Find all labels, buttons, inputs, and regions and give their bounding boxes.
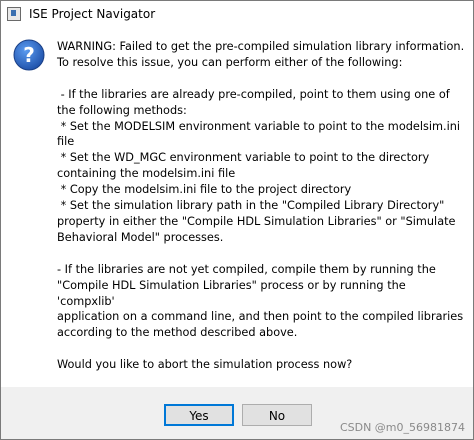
message-line: Would you like to abort the simulation p… [57,358,353,372]
message-line: To resolve this issue, you can perform e… [57,55,403,69]
message-line: according to the method described above. [57,326,298,340]
message-line: * Copy the modelsim.ini file to the proj… [57,183,352,197]
svg-text:?: ? [23,43,35,67]
button-bar: Yes No CSDN @m0_56981874 [1,387,473,439]
watermark: CSDN @m0_56981874 [339,421,465,434]
ise-app-icon [7,7,21,21]
message-line: file [57,135,75,149]
dialog-content: ? WARNING: Failed to get the pre-compile… [1,27,473,387]
message-line: containing the modelsim.ini file [57,167,236,181]
no-button[interactable]: No [242,404,312,426]
message-line: - If the libraries are not yet compiled,… [57,262,436,276]
yes-button[interactable]: Yes [164,404,234,426]
message-line [57,71,465,87]
title-bar[interactable]: ISE Project Navigator [1,1,473,27]
message-line [57,246,465,262]
message-line: * Set the simulation library path in the… [57,199,445,213]
message-line: * Set the MODELSIM environment variable … [57,119,461,133]
message-line: the following methods: [57,103,187,117]
message-line: Behavioral Model" processes. [57,230,224,244]
window-title: ISE Project Navigator [29,7,156,21]
dialog-window: ISE Project Navigator ? WARNING: Failed … [0,0,474,440]
message-line: property in either the "Compile HDL Simu… [57,214,456,228]
message-line: application on a command line, and then … [57,310,464,324]
dialog-message: WARNING: Failed to get the pre-compiled … [57,39,465,373]
question-icon: ? [13,39,45,71]
message-line: * Set the WD_MGC environment variable to… [57,151,430,165]
message-line: WARNING: Failed to get the pre-compiled … [57,40,465,53]
message-line [57,341,465,357]
message-line: - If the libraries are already pre-compi… [57,87,450,101]
message-line: "Compile HDL Simulation Libraries" proce… [57,278,410,308]
